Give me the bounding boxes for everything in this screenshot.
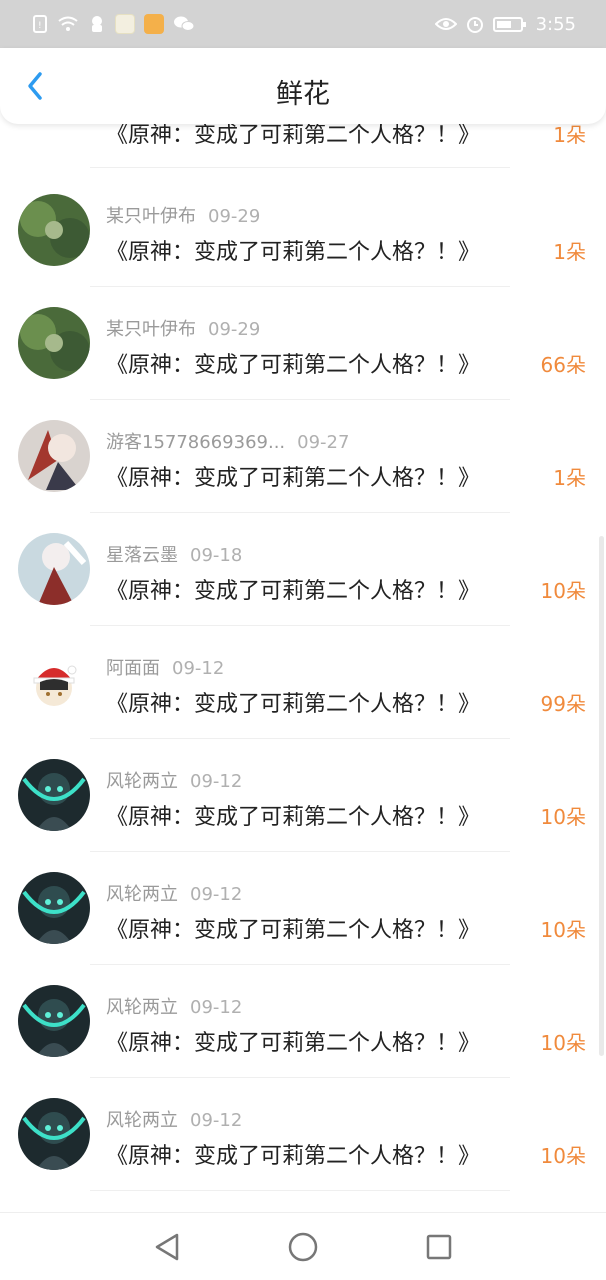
flower-count: 66朵 [540,353,586,377]
row-meta: 风轮两立 09-12 [106,880,242,906]
work-title: 《原神：变成了可莉第二个人格？！》 [106,240,481,265]
dark-teal-avatar[interactable] [18,985,90,1057]
flower-count: 10朵 [540,805,586,829]
user-name[interactable]: 风轮两立 [106,771,178,792]
app-notification-icon [92,16,102,32]
row-meta: 阿面面 09-12 [106,654,224,680]
row-meta: 某只叶伊布 09-29 [106,315,260,341]
flower-count: 10朵 [540,579,586,603]
dark-teal-avatar[interactable] [18,872,90,944]
row-meta: 风轮两立 09-12 [106,993,242,1019]
recents-square-icon [426,1234,452,1259]
row-date: 09-12 [190,997,243,1018]
row-date: 09-18 [190,545,243,566]
list-item[interactable]: 风轮两立 09-12 《原神：变成了可莉第二个人格？！》 10朵 [0,1094,606,1207]
sim-icon: ! [33,15,47,33]
work-title: 《原神：变成了可莉第二个人格？！》 [106,1144,481,1169]
work-title: 《原神：变成了可莉第二个人格？！》 [106,805,481,830]
list-item[interactable]: 风轮两立 09-12 《原神：变成了可莉第二个人格？！》 10朵 [0,981,606,1094]
row-date: 09-29 [208,206,261,227]
list-item[interactable]: 风轮两立 09-12 《原神：变成了可莉第二个人格？！》 10朵 [0,755,606,868]
dark-teal-avatar[interactable] [18,1098,90,1170]
scrollbar[interactable] [599,536,604,1056]
back-triangle-icon [155,1233,179,1260]
list-item[interactable]: 游客15778669369... 09-27 《原神：变成了可莉第二个人格？！》 … [0,416,606,529]
list-item[interactable]: 某只叶伊布 09-29 《原神：变成了可莉第二个人格？！》 66朵 [0,303,606,416]
app2-icon [144,14,164,34]
divider [90,964,510,965]
system-navbar [0,1212,606,1280]
santa-avatar[interactable] [18,646,90,718]
divider [90,851,510,852]
row-date: 09-12 [190,1110,243,1131]
flower-count: 10朵 [540,1144,586,1168]
battery-icon [492,16,526,32]
row-meta: 星落云墨 09-18 [106,541,242,567]
row-meta: 风轮两立 09-12 [106,1106,242,1132]
wechat-icon [174,16,195,31]
list-item[interactable]: 风轮两立 09-12 《原神：变成了可莉第二个人格？！》 10朵 [0,868,606,981]
user-name[interactable]: 风轮两立 [106,997,178,1018]
divider [90,399,510,400]
work-title: 《原神：变成了可莉第二个人格？！》 [106,579,481,604]
row-date: 09-12 [172,658,225,679]
divider [90,167,510,168]
user-name[interactable]: 游客15778669369... [106,432,285,453]
user-name[interactable]: 风轮两立 [106,884,178,905]
status-icons-left: ! [32,14,195,34]
flower-count: 1朵 [553,466,586,490]
dark-teal-avatar[interactable] [18,759,90,831]
user-name[interactable]: 星落云墨 [106,545,178,566]
alarm-icon [466,17,483,33]
forest-avatar[interactable] [18,307,90,379]
eye-icon [434,18,457,30]
row-meta: 游客15778669369... 09-27 [106,428,349,454]
svg-text:!: ! [38,21,42,31]
divider [90,512,510,513]
row-date: 09-29 [208,319,261,340]
row-meta: 某只叶伊布 09-29 [106,202,260,228]
row-meta: 风轮两立 09-12 [106,767,242,793]
list-item[interactable]: 某只叶伊布 09-29 《原神：变成了可莉第二个人格？！》 1朵 [0,190,606,303]
divider [90,1190,510,1191]
page-title: 鲜花 [276,79,330,110]
wifi-icon [58,16,78,31]
list-item[interactable]: 星落云墨 09-18 《原神：变成了可莉第二个人格？！》 10朵 [0,529,606,642]
nav-recents-button[interactable] [419,1227,459,1267]
status-icons-right: 3:55 [434,13,576,35]
home-circle-icon [288,1232,318,1261]
work-title: 《原神：变成了可莉第二个人格？！》 [106,466,481,491]
status-time: 3:55 [535,13,576,35]
status-bar: ! 3:55 [0,0,606,48]
header-bar: 鲜花 [0,48,606,124]
user-name[interactable]: 某只叶伊布 [106,206,196,227]
divider [90,625,510,626]
work-title: 《原神：变成了可莉第二个人格？！》 [106,1031,481,1056]
anime-avatar[interactable] [18,420,90,492]
flower-count: 10朵 [540,918,586,942]
nav-back-button[interactable] [147,1227,187,1267]
user-name[interactable]: 风轮两立 [106,1110,178,1131]
flower-count: 10朵 [540,1031,586,1055]
user-name[interactable]: 阿面面 [106,658,160,679]
divider [90,738,510,739]
flower-count: 99朵 [540,692,586,716]
row-date: 09-27 [297,432,350,453]
divider [90,286,510,287]
flower-count: 1朵 [553,240,586,264]
divider [90,1077,510,1078]
work-title: 《原神：变成了可莉第二个人格？！》 [106,918,481,943]
row-date: 09-12 [190,771,243,792]
work-title: 《原神：变成了可莉第二个人格？！》 [106,692,481,717]
app1-icon [115,14,135,34]
user-name[interactable]: 某只叶伊布 [106,319,196,340]
row-date: 09-12 [190,884,243,905]
nav-home-button[interactable] [283,1227,323,1267]
forest-avatar[interactable] [18,194,90,266]
work-title: 《原神：变成了可莉第二个人格？！》 [106,353,481,378]
anime-white-avatar[interactable] [18,533,90,605]
list-item[interactable]: 阿面面 09-12 《原神：变成了可莉第二个人格？！》 99朵 [0,642,606,755]
flower-list[interactable]: 《原神：变成了可莉第二个人格？！》 1朵 某只叶伊布 09-29 《原神：变成了可… [0,80,606,1210]
